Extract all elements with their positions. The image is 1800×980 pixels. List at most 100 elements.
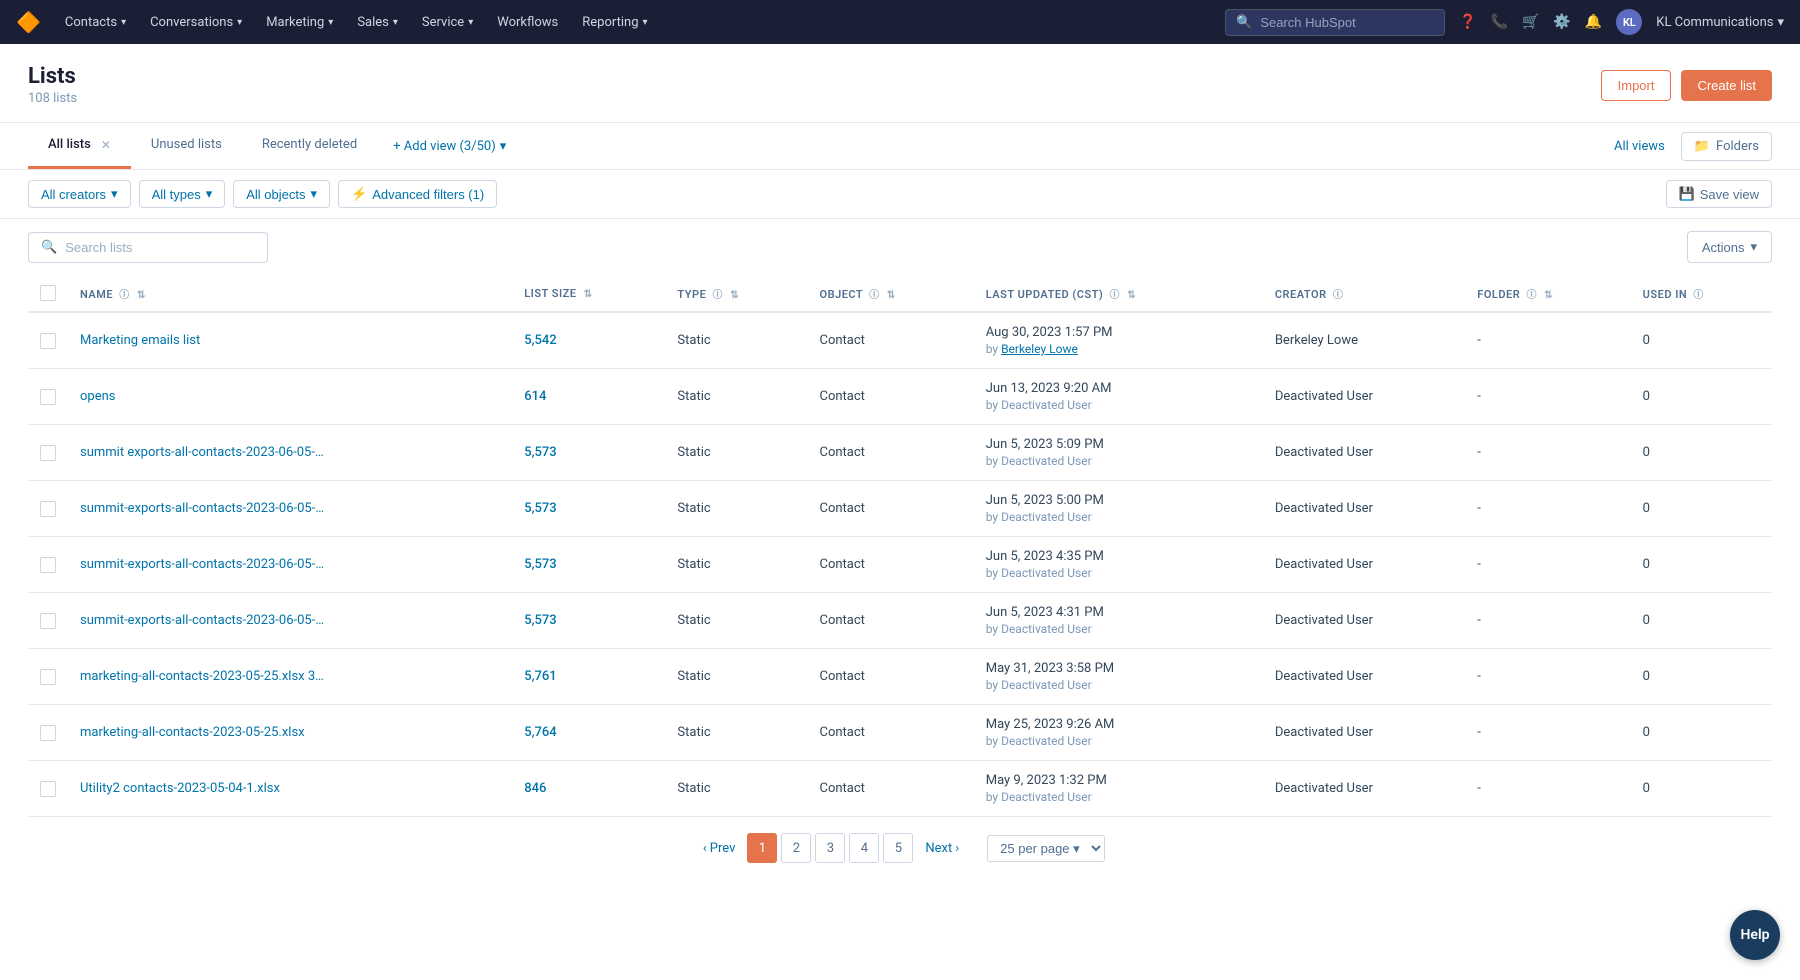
row-folder: - — [1465, 481, 1630, 537]
list-name-link[interactable]: marketing-all-contacts-2023-05-25.xlsx — [80, 725, 305, 740]
all-objects-filter[interactable]: All objects ▾ — [233, 180, 330, 208]
row-last-updated: Jun 5, 2023 5:00 PM by Deactivated User — [974, 481, 1263, 537]
row-checkbox[interactable] — [40, 501, 56, 517]
nav-service[interactable]: Service ▾ — [422, 15, 473, 30]
row-checkbox[interactable] — [40, 725, 56, 741]
settings-icon[interactable]: ⚙️ — [1553, 14, 1570, 30]
types-chevron-icon: ▾ — [206, 186, 213, 202]
table-body: Marketing emails list 5,542 Static Conta… — [28, 312, 1772, 817]
next-icon: › — [955, 841, 959, 856]
row-object: Contact — [808, 649, 974, 705]
row-name: opens — [68, 369, 512, 425]
global-search-input[interactable] — [1260, 15, 1430, 30]
help-button[interactable]: Help — [1730, 910, 1780, 960]
import-button[interactable]: Import — [1601, 70, 1672, 101]
list-size-sort-icon[interactable]: ⇅ — [584, 289, 593, 300]
row-type: Static — [665, 425, 807, 481]
last-updated-sort-icon[interactable]: ⇅ — [1127, 290, 1136, 301]
row-type: Static — [665, 481, 807, 537]
object-info-icon: ⓘ — [869, 290, 880, 301]
object-sort-icon[interactable]: ⇅ — [887, 290, 896, 301]
row-folder: - — [1465, 705, 1630, 761]
table-row: summit-exports-all-contacts-2023-06-05-…… — [28, 537, 1772, 593]
table-header: NAME ⓘ ⇅ LIST SIZE ⇅ TYPE ⓘ ⇅ OBJECT — [28, 275, 1772, 312]
page-1-button[interactable]: 1 — [747, 833, 777, 863]
page-3-button[interactable]: 3 — [815, 833, 845, 863]
list-name-link[interactable]: Utility2 contacts-2023-05-04-1.xlsx — [80, 781, 280, 796]
phone-icon[interactable]: 📞 — [1491, 14, 1508, 30]
list-name-link[interactable]: summit-exports-all-contacts-2023-06-05-… — [80, 613, 324, 628]
page-4-button[interactable]: 4 — [849, 833, 879, 863]
help-icon[interactable]: ❓ — [1459, 14, 1476, 30]
list-name-link[interactable]: marketing-all-contacts-2023-05-25.xlsx 3… — [80, 669, 324, 684]
search-icon: 🔍 — [1236, 15, 1252, 30]
row-checkbox[interactable] — [40, 557, 56, 573]
row-type: Static — [665, 761, 807, 817]
list-name-link[interactable]: Marketing emails list — [80, 333, 200, 348]
row-checkbox[interactable] — [40, 445, 56, 461]
row-used-in: 0 — [1631, 649, 1772, 705]
add-view-button[interactable]: + Add view (3/50) ▾ — [377, 125, 522, 168]
row-object: Contact — [808, 761, 974, 817]
updated-by-link[interactable]: Berkeley Lowe — [1001, 342, 1078, 356]
row-checkbox-cell — [28, 593, 68, 649]
row-object: Contact — [808, 369, 974, 425]
row-checkbox[interactable] — [40, 333, 56, 349]
advanced-filters-button[interactable]: ⚡ Advanced filters (1) — [338, 180, 497, 208]
tab-recently-deleted[interactable]: Recently deleted — [242, 123, 377, 169]
list-name-link[interactable]: summit-exports-all-contacts-2023-06-05-… — [80, 501, 324, 516]
prev-page-button[interactable]: ‹ Prev — [695, 841, 744, 856]
row-folder: - — [1465, 593, 1630, 649]
nav-workflows[interactable]: Workflows — [497, 15, 558, 30]
list-search-container[interactable]: 🔍 — [28, 232, 268, 263]
list-name-link[interactable]: opens — [80, 389, 116, 404]
row-folder: - — [1465, 369, 1630, 425]
hubspot-logo[interactable]: 🔶 — [16, 10, 41, 34]
nav-contacts[interactable]: Contacts ▾ — [65, 15, 126, 30]
list-name-link[interactable]: summit-exports-all-contacts-2023-06-05-… — [80, 557, 324, 572]
row-name: Utility2 contacts-2023-05-04-1.xlsx — [68, 761, 512, 817]
row-checkbox[interactable] — [40, 389, 56, 405]
list-name-link[interactable]: summit exports-all-contacts-2023-06-05-… — [80, 445, 324, 460]
page-5-button[interactable]: 5 — [883, 833, 913, 863]
user-name[interactable]: KL Communications ▾ — [1656, 15, 1784, 30]
per-page-select[interactable]: 25 per page ▾ — [987, 835, 1105, 862]
row-checkbox[interactable] — [40, 781, 56, 797]
row-name: summit-exports-all-contacts-2023-06-05-… — [68, 593, 512, 649]
row-name: summit-exports-all-contacts-2023-06-05-… — [68, 481, 512, 537]
select-all-header — [28, 275, 68, 312]
all-types-filter[interactable]: All types ▾ — [139, 180, 226, 208]
marketplace-icon[interactable]: 🛒 — [1522, 14, 1539, 30]
save-view-button[interactable]: 💾 Save view — [1666, 180, 1772, 208]
folders-button[interactable]: 📁 Folders — [1681, 132, 1772, 161]
row-checkbox[interactable] — [40, 669, 56, 685]
search-lists-input[interactable] — [65, 240, 245, 255]
folder-sort-icon[interactable]: ⇅ — [1544, 290, 1553, 301]
all-creators-filter[interactable]: All creators ▾ — [28, 180, 131, 208]
tab-all-lists[interactable]: All lists ✕ — [28, 123, 131, 169]
create-list-button[interactable]: Create list — [1681, 70, 1772, 101]
nav-sales[interactable]: Sales ▾ — [357, 15, 398, 30]
type-column-header: TYPE ⓘ ⇅ — [665, 275, 807, 312]
chevron-down-icon: ▾ — [500, 139, 507, 154]
global-search[interactable]: 🔍 — [1225, 9, 1445, 36]
all-views-link[interactable]: All views — [1614, 139, 1665, 154]
select-all-checkbox[interactable] — [40, 285, 56, 301]
name-sort-icon[interactable]: ⇅ — [137, 290, 146, 301]
table-row: summit-exports-all-contacts-2023-06-05-…… — [28, 481, 1772, 537]
notifications-icon[interactable]: 🔔 — [1585, 14, 1602, 30]
row-type: Static — [665, 705, 807, 761]
page-2-button[interactable]: 2 — [781, 833, 811, 863]
tab-unused-lists[interactable]: Unused lists — [131, 123, 242, 169]
actions-button[interactable]: Actions ▾ — [1687, 231, 1772, 263]
next-page-button[interactable]: Next › — [917, 841, 967, 856]
nav-conversations[interactable]: Conversations ▾ — [150, 15, 242, 30]
nav-marketing[interactable]: Marketing ▾ — [266, 15, 333, 30]
type-sort-icon[interactable]: ⇅ — [730, 290, 739, 301]
nav-reporting[interactable]: Reporting ▾ — [582, 15, 647, 30]
filters-bar: All creators ▾ All types ▾ All objects ▾… — [0, 170, 1800, 219]
row-checkbox[interactable] — [40, 613, 56, 629]
row-list-size: 5,761 — [512, 649, 665, 705]
row-last-updated: Jun 5, 2023 5:09 PM by Deactivated User — [974, 425, 1263, 481]
close-all-lists-tab-icon[interactable]: ✕ — [101, 138, 111, 152]
